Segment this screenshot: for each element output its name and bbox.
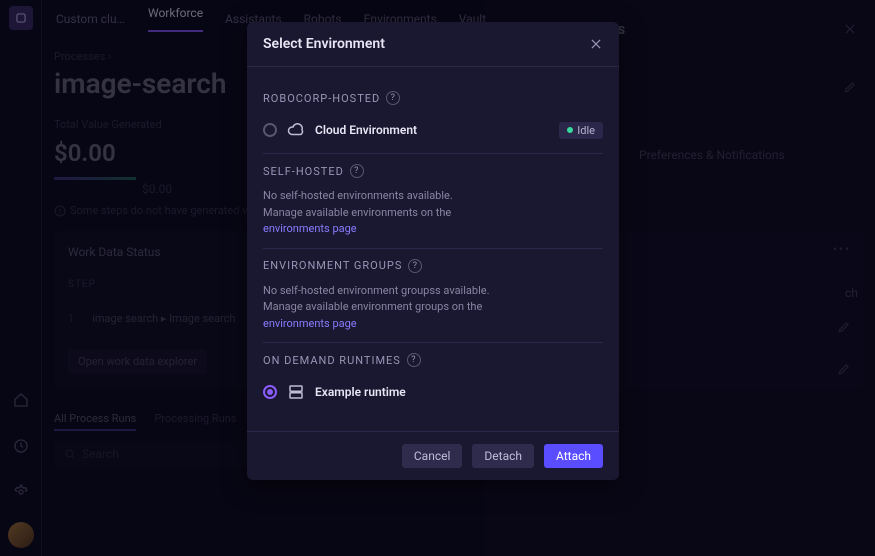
server-icon — [287, 383, 305, 401]
section-self-hosted: SELF-HOSTED ? — [263, 164, 603, 178]
modal-title: Select Environment — [263, 36, 385, 52]
select-environment-modal: Select Environment ROBOCORP-HOSTED ? Clo… — [247, 22, 619, 480]
self-hosted-note: No self-hosted environments available. M… — [263, 188, 603, 249]
help-icon[interactable]: ? — [407, 353, 421, 367]
section-env-groups: ENVIRONMENT GROUPS ? — [263, 259, 603, 273]
environments-link[interactable]: environments page — [263, 317, 357, 330]
help-icon[interactable]: ? — [350, 164, 364, 178]
environments-link[interactable]: environments page — [263, 222, 357, 235]
cancel-button[interactable]: Cancel — [402, 444, 463, 468]
status-badge: Idle — [559, 122, 603, 139]
detach-button[interactable]: Detach — [472, 444, 534, 468]
radio-unchecked[interactable] — [263, 123, 277, 137]
env-name: Cloud Environment — [315, 123, 417, 137]
help-icon[interactable]: ? — [408, 259, 422, 273]
env-row-example[interactable]: Example runtime — [263, 377, 603, 415]
env-name: Example runtime — [315, 385, 406, 399]
cloud-icon — [287, 121, 305, 139]
env-row-cloud[interactable]: Cloud Environment Idle — [263, 115, 603, 154]
attach-button[interactable]: Attach — [544, 444, 603, 468]
close-icon[interactable] — [589, 37, 603, 51]
section-robocorp-hosted: ROBOCORP-HOSTED ? — [263, 91, 603, 105]
radio-checked[interactable] — [263, 385, 277, 399]
section-on-demand: ON DEMAND RUNTIMES ? — [263, 353, 603, 367]
help-icon[interactable]: ? — [386, 91, 400, 105]
env-groups-note: No self-hosted environment groupss avail… — [263, 283, 603, 344]
